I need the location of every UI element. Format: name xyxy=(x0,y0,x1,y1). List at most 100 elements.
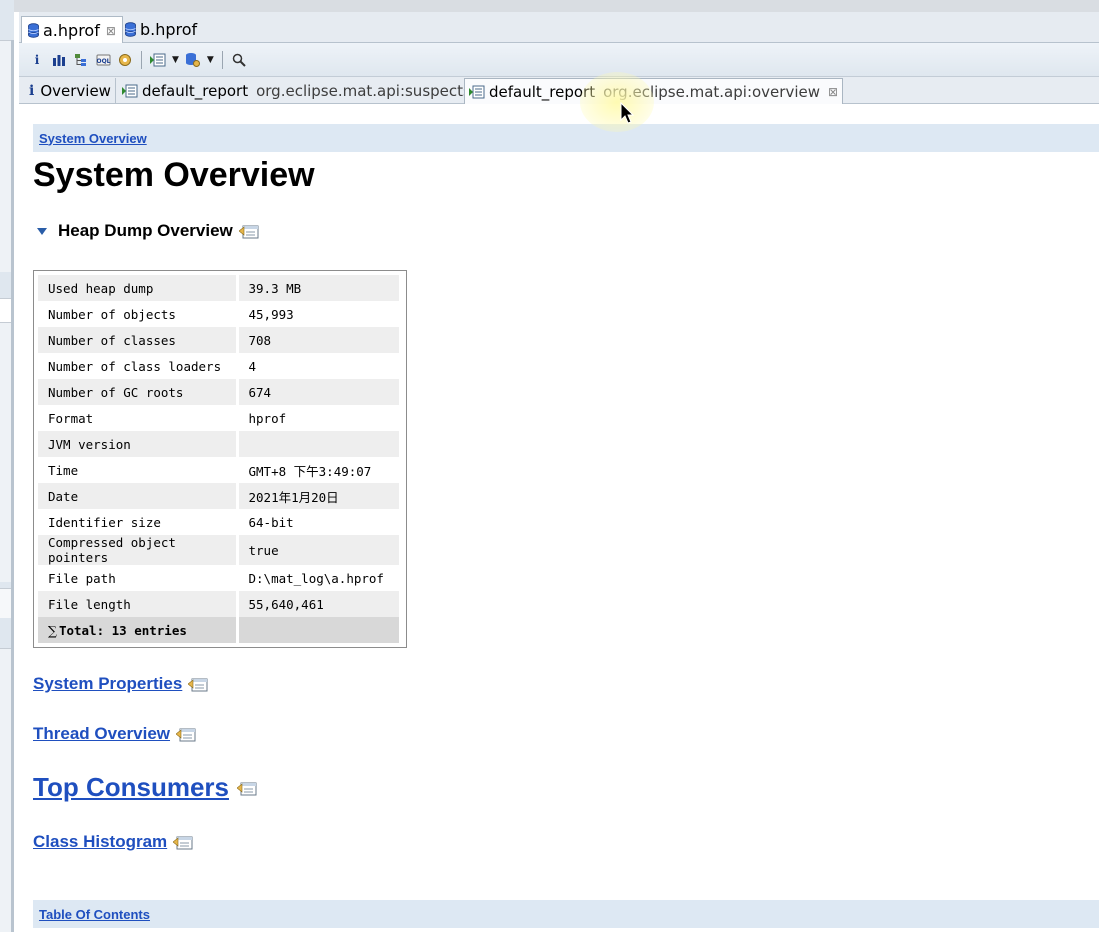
top-consumers-link[interactable]: Top Consumers xyxy=(33,772,257,803)
link-label[interactable]: Thread Overview xyxy=(33,724,170,744)
collapse-triangle-icon[interactable] xyxy=(37,227,47,235)
property-value: D:\mat_log\a.hprof xyxy=(237,565,402,591)
open-in-new-tab-icon[interactable] xyxy=(173,834,193,850)
sum-icon: ∑ xyxy=(48,622,57,638)
link-label[interactable]: System Properties xyxy=(33,674,182,694)
report-tab-label: default_report xyxy=(489,82,596,101)
property-value: true xyxy=(237,535,402,565)
open-in-new-tab-icon[interactable] xyxy=(188,676,208,692)
open-in-new-tab-icon[interactable] xyxy=(238,223,259,239)
property-key: Date xyxy=(38,483,239,509)
table-row[interactable]: File length 55,640,461 xyxy=(38,591,402,617)
property-value: 2021年1月20日 xyxy=(237,483,402,509)
table-row[interactable]: Identifier size 64-bit xyxy=(38,509,402,535)
total-entries-label: Total: 13 entries xyxy=(58,622,187,638)
open-in-new-tab-icon[interactable] xyxy=(236,780,257,796)
property-key: JVM version xyxy=(38,431,239,457)
property-value: 4 xyxy=(237,353,402,379)
table-row[interactable]: Compressed object pointers true xyxy=(38,535,402,565)
property-key: Format xyxy=(38,405,239,431)
editor-tab-bar: a.hprof ⊠ b.hprof xyxy=(19,12,1099,44)
heap-dump-details-icon[interactable] xyxy=(117,52,133,68)
toolbar-separator xyxy=(141,50,142,69)
query-browser-icon[interactable] xyxy=(185,52,201,68)
property-key: Number of classes xyxy=(38,327,239,353)
info-icon: i xyxy=(29,82,35,99)
cursor-highlight xyxy=(580,72,654,132)
editor-tab-a-hprof[interactable]: a.hprof ⊠ xyxy=(21,16,123,44)
table-of-contents-link[interactable]: Table Of Contents xyxy=(39,907,150,922)
histogram-icon[interactable] xyxy=(51,52,67,68)
property-key: File length xyxy=(38,591,239,617)
table-row[interactable]: Format hprof xyxy=(38,405,402,431)
report-content: System Overview System Overview Heap Dum… xyxy=(19,104,1099,932)
property-key: Time xyxy=(38,457,239,483)
table-of-contents-bar: Table Of Contents xyxy=(33,900,1099,928)
table-row[interactable]: Number of classes 708 xyxy=(38,327,402,353)
table-total-row: ∑ Total: 13 entries xyxy=(38,617,402,643)
property-key: Identifier size xyxy=(38,509,239,535)
link-label[interactable]: Top Consumers xyxy=(33,772,229,803)
property-value: 674 xyxy=(237,379,402,405)
breadcrumb-link-system-overview[interactable]: System Overview xyxy=(39,131,147,146)
report-tab-overview[interactable]: i Overview xyxy=(25,78,116,103)
page-title: System Overview xyxy=(33,156,315,194)
table-row[interactable]: JVM version xyxy=(38,431,402,457)
heap-dump-overview-table: Used heap dump 39.3 MB Number of objects 45… xyxy=(33,270,407,648)
table-row[interactable]: File path D:\mat_log\a.hprof xyxy=(38,565,402,591)
report-tab-label: Overview xyxy=(40,81,111,100)
property-value: 45,993 xyxy=(237,301,402,327)
open-in-new-tab-icon[interactable] xyxy=(176,726,196,742)
system-properties-link[interactable]: System Properties xyxy=(33,674,208,694)
info-icon[interactable]: i xyxy=(29,52,45,68)
editor-tab-label: b.hprof xyxy=(140,20,198,39)
property-key: Number of class loaders xyxy=(38,353,239,379)
link-label[interactable]: Class Histogram xyxy=(33,832,167,852)
editor-tab-label: a.hprof xyxy=(43,21,100,40)
close-icon[interactable]: ⊠ xyxy=(828,85,838,99)
property-key: Number of GC roots xyxy=(38,379,239,405)
search-icon[interactable] xyxy=(231,52,247,68)
property-key: Compressed object pointers xyxy=(38,535,239,565)
editor-toolbar: i OQL ▼ ▼ xyxy=(19,43,1099,77)
breadcrumb: System Overview xyxy=(33,124,1099,152)
property-value xyxy=(237,431,402,457)
report-tab-sublabel: org.eclipse.mat.api:suspects xyxy=(256,81,471,100)
report-icon xyxy=(122,84,138,97)
property-value: 708 xyxy=(237,327,402,353)
mouse-pointer-icon xyxy=(620,102,635,124)
chevron-down-icon[interactable]: ▼ xyxy=(207,55,214,65)
table-row[interactable]: Number of class loaders 4 xyxy=(38,353,402,379)
property-value: 39.3 MB xyxy=(237,275,402,301)
table-row[interactable]: Number of GC roots 674 xyxy=(38,379,402,405)
left-side-panel xyxy=(0,0,14,932)
property-value: GMT+8 下午3:49:07 xyxy=(237,457,402,483)
toolbar-separator xyxy=(221,50,223,69)
table-row[interactable]: Number of objects 45,993 xyxy=(38,301,402,327)
dominator-tree-icon[interactable] xyxy=(73,52,89,68)
property-value: 55,640,461 xyxy=(237,591,402,617)
property-key: Used heap dump xyxy=(38,275,239,301)
property-value: hprof xyxy=(237,405,402,431)
class-histogram-link[interactable]: Class Histogram xyxy=(33,832,193,852)
database-icon xyxy=(125,22,136,37)
property-key: Number of objects xyxy=(38,301,239,327)
section-title: Heap Dump Overview xyxy=(58,221,233,240)
property-key: File path xyxy=(38,565,239,591)
window-top-strip xyxy=(0,0,1099,12)
database-icon xyxy=(28,23,39,38)
report-icon xyxy=(469,85,485,98)
editor-tab-b-hprof[interactable]: b.hprof xyxy=(119,16,203,43)
thread-overview-link[interactable]: Thread Overview xyxy=(33,724,196,744)
chevron-down-icon[interactable]: ▼ xyxy=(172,55,179,65)
run-report-icon[interactable] xyxy=(150,52,166,68)
left-panel-scrollbar[interactable] xyxy=(11,40,14,932)
table-row[interactable]: Date 2021年1月20日 xyxy=(38,483,402,509)
property-value: 64-bit xyxy=(237,509,402,535)
table-row[interactable]: Time GMT+8 下午3:49:07 xyxy=(38,457,402,483)
table-row[interactable]: Used heap dump 39.3 MB xyxy=(38,275,402,301)
svg-text:OQL: OQL xyxy=(96,58,110,65)
close-icon[interactable]: ⊠ xyxy=(106,24,116,38)
oql-icon[interactable]: OQL xyxy=(95,52,111,68)
report-tab-suspects[interactable]: default_report org.eclipse.mat.api:suspe… xyxy=(118,78,476,103)
